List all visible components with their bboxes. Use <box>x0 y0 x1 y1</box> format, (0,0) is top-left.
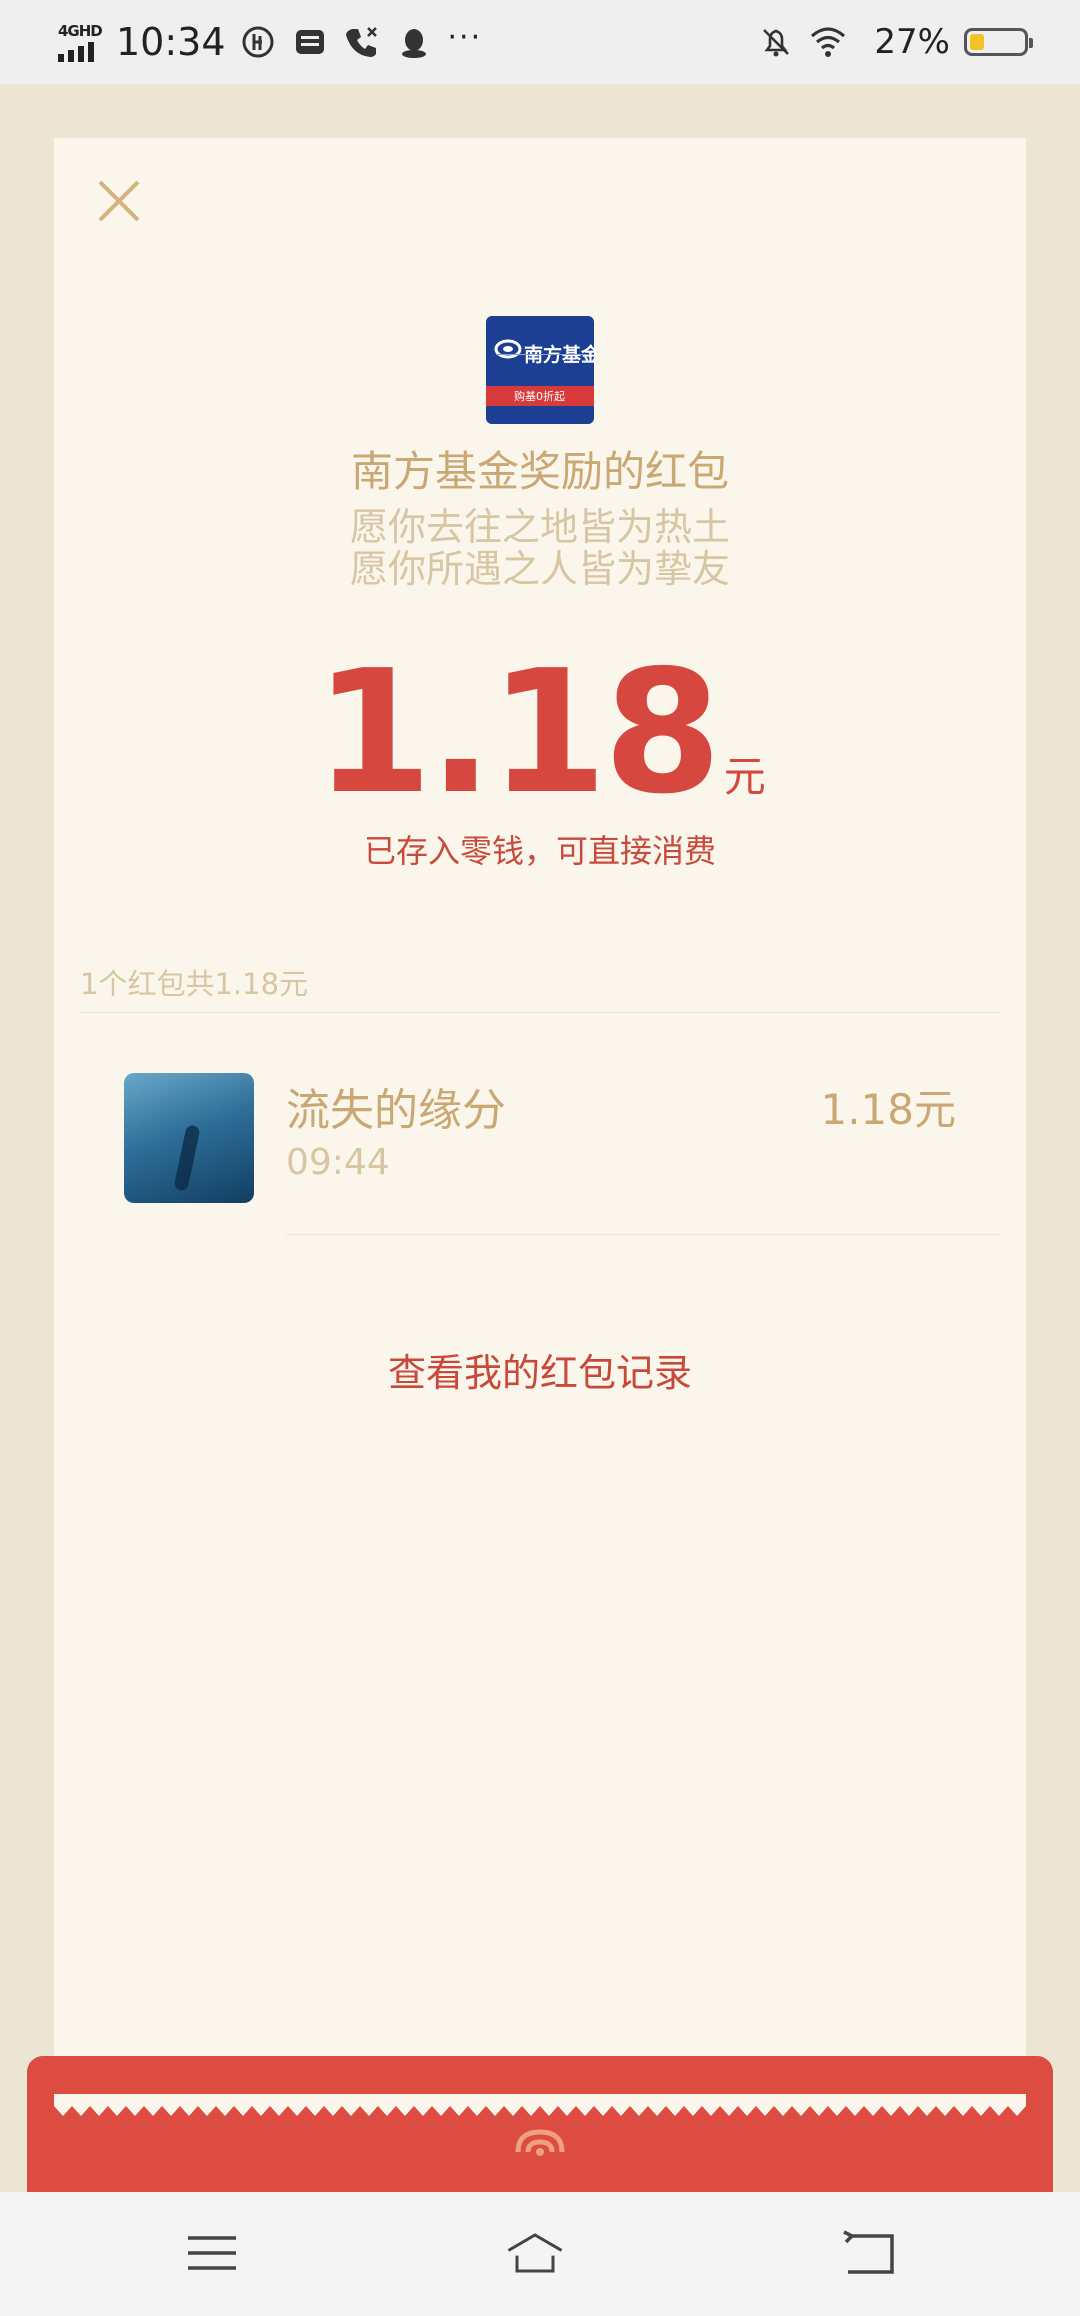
receiver-avatar[interactable] <box>124 1073 254 1203</box>
phone-icon <box>345 27 377 57</box>
receive-time: 09:44 <box>286 1142 390 1183</box>
network-type: 4GHD <box>58 22 103 40</box>
envelope-zigzag-edge <box>54 2094 1026 2116</box>
divider <box>80 1012 1000 1013</box>
message-icon <box>295 30 324 54</box>
clock: 10:34 <box>116 20 226 64</box>
wifi-icon <box>811 27 846 57</box>
signal-icon: 4GHD <box>58 18 104 66</box>
sender-logo: 南方基金 购基0折起 <box>486 316 594 424</box>
packet-summary: 1个红包共1.18元 <box>80 967 309 1001</box>
divider <box>286 1234 1000 1235</box>
home-icon[interactable] <box>505 2228 565 2278</box>
status-bar: 4GHD 10:34 ··· 27% <box>0 0 1080 84</box>
menu-icon[interactable] <box>182 2228 242 2278</box>
mute-bell-icon <box>763 29 790 57</box>
sender-title: 南方基金奖励的红包 <box>350 447 729 496</box>
back-icon[interactable] <box>838 2228 898 2278</box>
battery-icon <box>964 28 1033 56</box>
logo-band-text: 购基0折起 <box>514 390 565 403</box>
receive-amount: 1.18元 <box>820 1085 956 1134</box>
stored-note[interactable]: 已存入零钱，可直接消费 <box>54 826 1026 872</box>
amount-unit: 元 <box>723 752 766 801</box>
navigation-bar <box>0 2192 1080 2316</box>
envelope-logo-icon <box>515 2129 565 2156</box>
wish-line-2: 愿你所遇之人皆为挚友 <box>349 547 730 591</box>
amount-value: 1.18 <box>314 634 721 832</box>
view-records-link[interactable]: 查看我的红包记录 <box>54 1342 1026 1397</box>
sync-icon <box>242 26 274 58</box>
close-icon[interactable] <box>94 176 144 226</box>
qq-penguin-icon <box>401 29 426 58</box>
more-dots-icon: ··· <box>447 19 483 55</box>
amount-display: 1.18 元 <box>54 648 1026 818</box>
red-packet-card: 南方基金 购基0折起 南方基金奖励的红包 愿你去往之地皆为热土 愿你所遇之人皆为… <box>54 138 1026 2138</box>
battery-percent: 27% <box>874 22 950 62</box>
receiver-name: 流失的缘分 <box>286 1085 506 1136</box>
